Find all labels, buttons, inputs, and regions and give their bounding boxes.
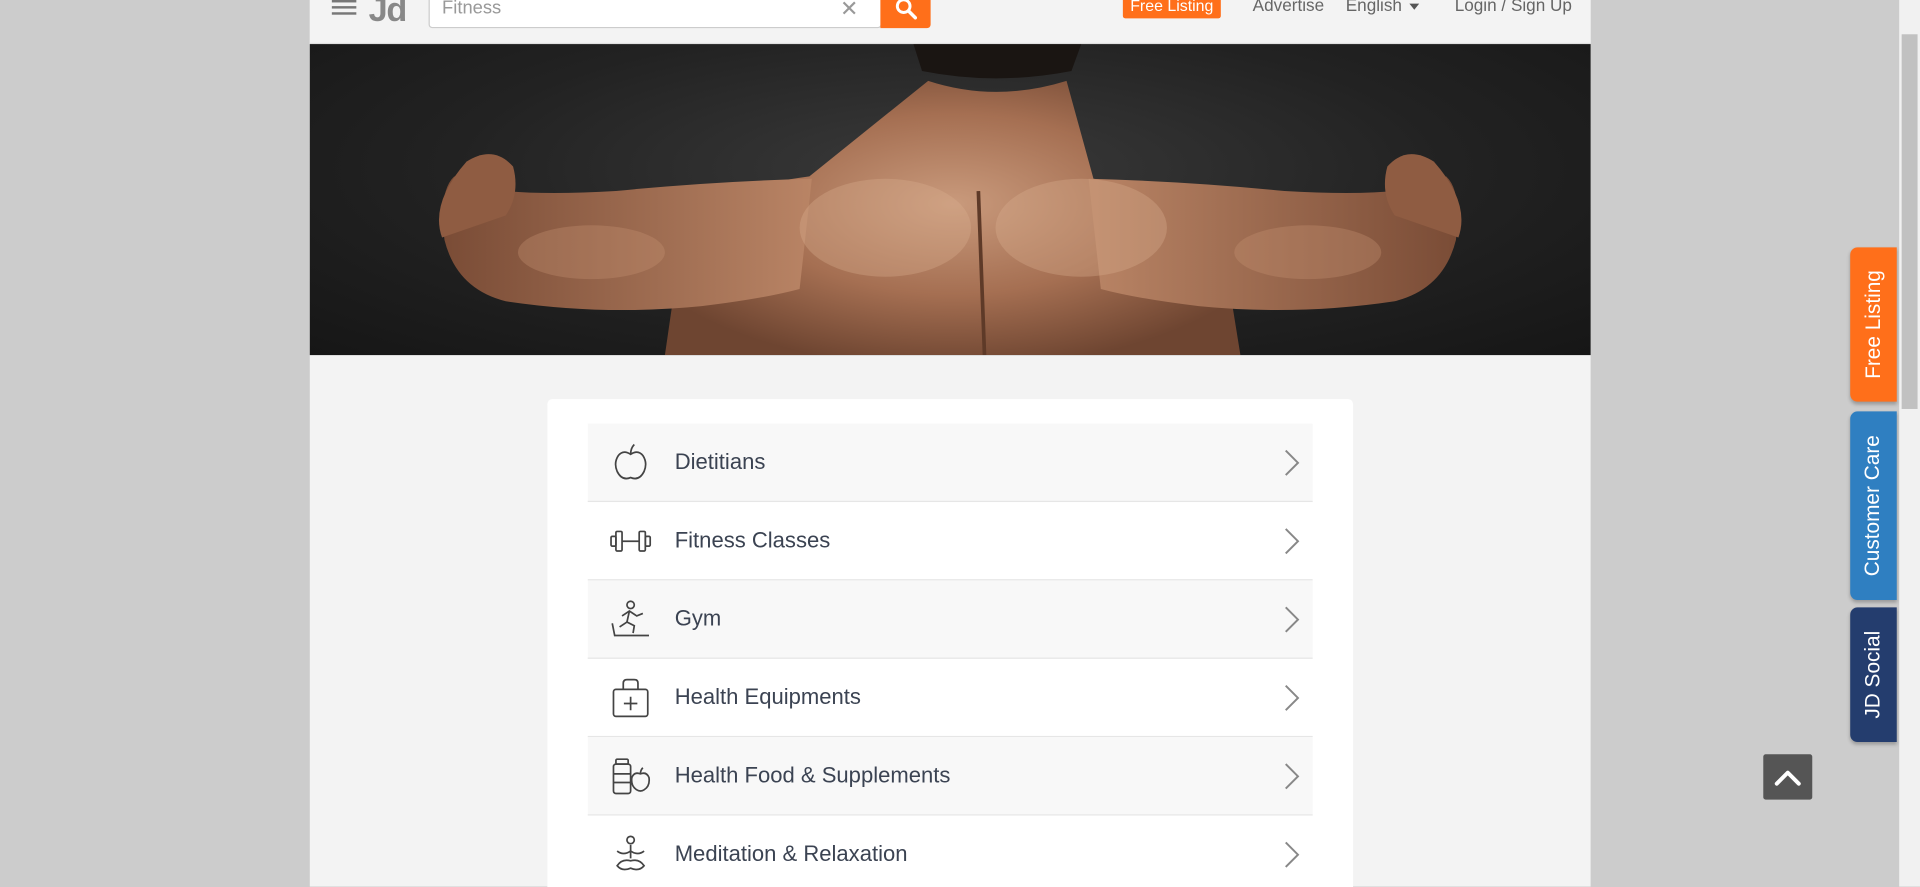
page-scrollbar[interactable]	[1899, 0, 1920, 887]
category-list: Dietitians Fitness Classes Gym Health Eq…	[587, 423, 1313, 887]
login-signup-link[interactable]: Login / Sign Up	[1455, 0, 1572, 15]
category-item-health-equipments[interactable]: Health Equipments	[587, 659, 1313, 738]
hero-banner	[309, 44, 1591, 356]
category-item-gym[interactable]: Gym	[587, 580, 1313, 659]
category-item-dietitians[interactable]: Dietitians	[587, 423, 1313, 503]
language-label: English	[1345, 0, 1402, 15]
apple-icon	[609, 440, 653, 484]
side-tab-label: Free Listing	[1861, 270, 1885, 379]
search-icon	[895, 0, 917, 19]
scroll-to-top-button[interactable]	[1763, 754, 1813, 800]
customer-care-side-tab[interactable]: Customer Care	[1850, 411, 1897, 601]
category-label: Health Equipments	[674, 684, 861, 709]
chevron-right-icon	[1285, 528, 1300, 555]
meditation-icon	[609, 832, 653, 876]
category-label: Gym	[674, 606, 722, 631]
category-item-meditation-relaxation[interactable]: Meditation & Relaxation	[588, 816, 1313, 887]
advertise-link[interactable]: Advertise	[1253, 0, 1324, 15]
header: Jd ✕ Free Listing Advertise English Logi…	[309, 0, 1591, 45]
supplements-icon	[609, 754, 653, 798]
search-button[interactable]	[880, 0, 931, 29]
category-label: Fitness Classes	[674, 527, 831, 553]
medical-bag-icon	[609, 675, 653, 719]
chevron-right-icon	[1285, 685, 1300, 711]
clear-search-icon[interactable]: ✕	[840, 0, 858, 22]
side-tab-label: JD Social	[1861, 630, 1885, 719]
category-label: Meditation & Relaxation	[674, 841, 908, 866]
free-listing-side-tab[interactable]: Free Listing	[1850, 247, 1897, 402]
viewport: Jd ✕ Free Listing Advertise English Logi…	[0, 0, 1920, 887]
hamburger-menu-icon[interactable]	[331, 0, 357, 15]
search-box: ✕	[428, 0, 882, 29]
category-card: Dietitians Fitness Classes Gym Health Eq…	[547, 399, 1354, 887]
chevron-up-icon	[1774, 770, 1801, 786]
category-label: Dietitians	[674, 449, 766, 474]
caret-down-icon	[1409, 3, 1420, 10]
category-label: Health Food & Supplements	[674, 762, 951, 788]
chevron-right-icon	[1285, 841, 1300, 868]
jd-social-side-tab[interactable]: JD Social	[1850, 607, 1897, 743]
category-item-fitness-classes[interactable]: Fitness Classes	[587, 502, 1313, 581]
chevron-right-icon	[1285, 606, 1300, 633]
search-input[interactable]	[429, 0, 834, 27]
page-container: Jd ✕ Free Listing Advertise English Logi…	[309, 0, 1591, 887]
free-listing-button[interactable]: Free Listing	[1122, 0, 1221, 19]
scrollbar-thumb[interactable]	[1901, 34, 1918, 409]
category-item-health-food-supplements[interactable]: Health Food & Supplements	[587, 737, 1313, 816]
site-logo[interactable]: Jd	[369, 0, 408, 29]
chevron-right-icon	[1285, 763, 1300, 790]
muscular-back-image	[438, 44, 1462, 356]
side-tab-label: Customer Care	[1861, 435, 1885, 577]
chevron-right-icon	[1285, 449, 1300, 476]
language-selector[interactable]: English	[1345, 0, 1420, 15]
dumbbell-icon	[609, 519, 653, 563]
treadmill-runner-icon	[609, 597, 653, 641]
